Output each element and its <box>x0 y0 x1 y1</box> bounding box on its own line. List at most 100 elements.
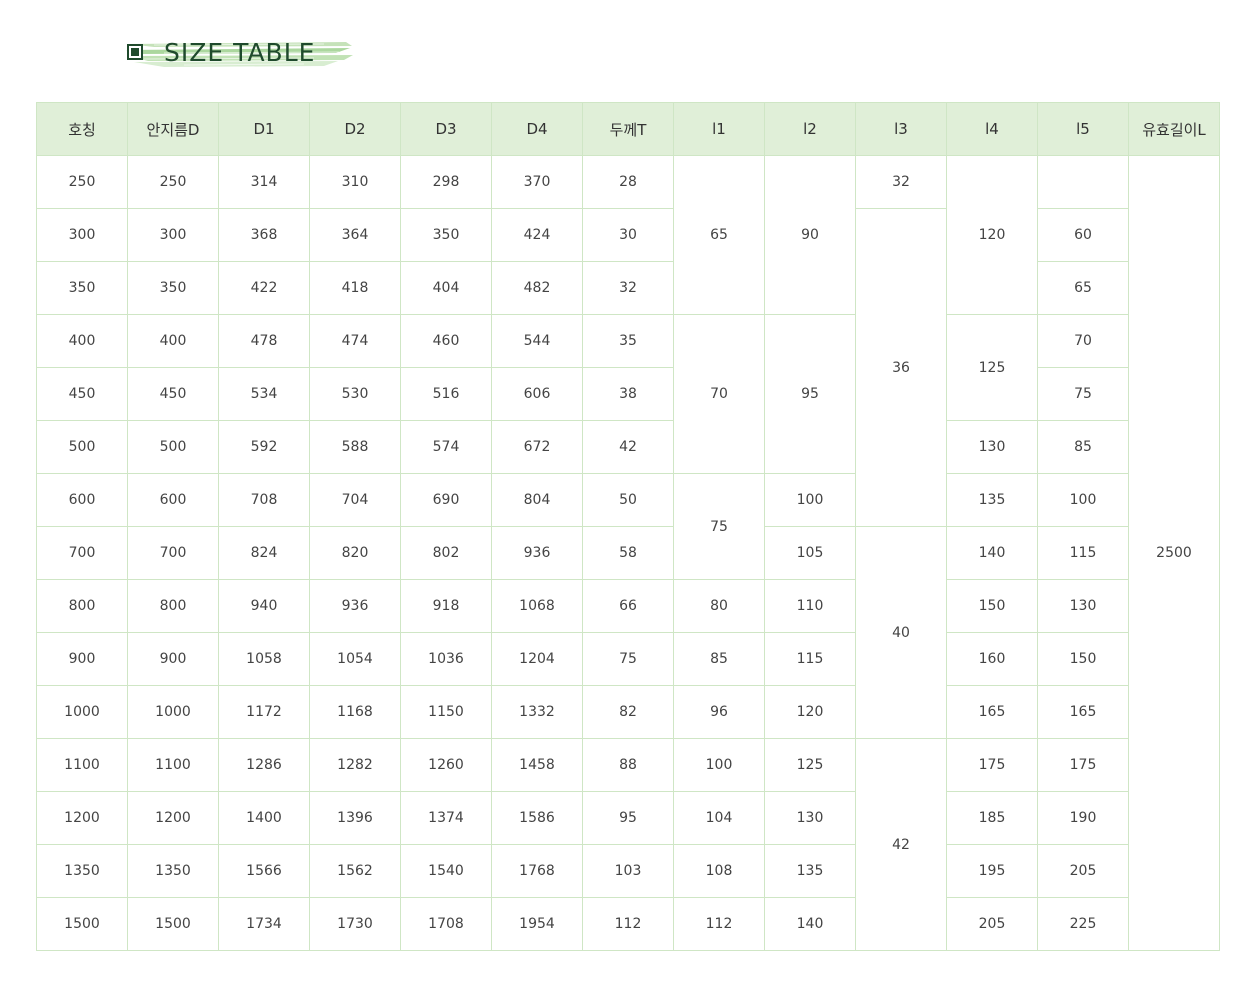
table-cell: 250 <box>36 155 128 209</box>
table-cell: 1562 <box>309 844 401 898</box>
table-cell: 95 <box>582 791 674 845</box>
table-cell-l5: 225 <box>1037 897 1129 951</box>
table-row: 1200 1200 1400 1396 1374 1586 95 104 130 185 190 <box>36 791 1220 845</box>
table-cell: 1400 <box>218 791 310 845</box>
table-cell-l1: 104 <box>673 791 765 845</box>
table-cell: 936 <box>491 526 583 580</box>
table-row: 450 450 534 530 516 606 38 75 <box>36 367 1220 421</box>
table-cell: 690 <box>400 473 492 527</box>
table-cell: 1150 <box>400 685 492 739</box>
table-cell: 314 <box>218 155 310 209</box>
table-cell: 534 <box>218 367 310 421</box>
header-cell: l1 <box>673 102 765 156</box>
table-cell-l5 <box>1037 155 1129 209</box>
header-cell: l2 <box>764 102 856 156</box>
table-row: 400 400 478 474 460 544 35 70 95 125 70 <box>36 314 1220 474</box>
table-cell: 370 <box>491 155 583 209</box>
table-cell-l1: 108 <box>673 844 765 898</box>
table-cell: 88 <box>582 738 674 792</box>
table-cell: 30 <box>582 208 674 262</box>
table-cell: 82 <box>582 685 674 739</box>
table-cell: 298 <box>400 155 492 209</box>
table-cell-l5: 115 <box>1037 526 1129 580</box>
table-cell-l4: 160 <box>946 632 1038 686</box>
table-cell: 1000 <box>36 685 128 739</box>
table-cell: 1458 <box>491 738 583 792</box>
table-cell: 918 <box>400 579 492 633</box>
table-cell-l2: 105 <box>764 526 856 580</box>
table-cell: 1374 <box>400 791 492 845</box>
table-cell: 800 <box>127 579 219 633</box>
table-cell: 103 <box>582 844 674 898</box>
table-cell: 1286 <box>218 738 310 792</box>
table-cell-l2: 115 <box>764 632 856 686</box>
header-cell: l5 <box>1037 102 1129 156</box>
table-cell: 1168 <box>309 685 401 739</box>
table-cell: 940 <box>218 579 310 633</box>
table-cell: 474 <box>309 314 401 368</box>
header-cell: D4 <box>491 102 583 156</box>
table-row: 1500 1500 1734 1730 1708 1954 112 112 140 205 225 <box>36 897 1220 951</box>
table-cell: 28 <box>582 155 674 209</box>
table-cell-l3: 40 <box>855 526 947 739</box>
table-cell: 450 <box>36 367 128 421</box>
table-cell-l2: 110 <box>764 579 856 633</box>
table-cell: 800 <box>36 579 128 633</box>
table-cell-l2: 135 <box>764 844 856 898</box>
section-title: SIZE TABLE <box>124 36 354 72</box>
table-cell-l3: 32 <box>855 155 947 209</box>
table-cell: 400 <box>36 314 128 368</box>
table-cell: 424 <box>491 208 583 262</box>
table-cell: 300 <box>36 208 128 262</box>
table-cell: 368 <box>218 208 310 262</box>
table-row: 1000 1000 1172 1168 1150 1332 82 96 120 165 165 <box>36 685 1220 739</box>
table-cell: 38 <box>582 367 674 421</box>
table-cell: 708 <box>218 473 310 527</box>
page-title: SIZE TABLE <box>164 38 316 67</box>
table-cell-l4: 130 <box>946 420 1038 474</box>
table-cell-l3: 42 <box>855 738 947 951</box>
table-cell-l2: 120 <box>764 685 856 739</box>
table-cell: 400 <box>127 314 219 368</box>
table-cell: 600 <box>36 473 128 527</box>
table-cell: 1768 <box>491 844 583 898</box>
table-cell: 1500 <box>36 897 128 951</box>
table-cell: 32 <box>582 261 674 315</box>
table-cell-l1: 65 <box>673 155 765 315</box>
header-cell: 유효길이L <box>1128 102 1220 156</box>
table-cell-l4: 175 <box>946 738 1038 792</box>
header-cell: 두께T <box>582 102 674 156</box>
table-cell: 1500 <box>127 897 219 951</box>
table-cell: 422 <box>218 261 310 315</box>
header-cell: D1 <box>218 102 310 156</box>
table-row: 1100 1100 1286 1282 1260 1458 88 100 125 42 175 175 <box>36 738 1220 951</box>
table-cell: 574 <box>400 420 492 474</box>
table-row: 800 800 940 936 918 1068 66 80 110 150 130 <box>36 579 1220 633</box>
table-cell: 588 <box>309 420 401 474</box>
table-cell: 1200 <box>36 791 128 845</box>
table-cell-l2: 90 <box>764 155 856 315</box>
header-cell: D2 <box>309 102 401 156</box>
table-row: 1350 1350 1566 1562 1540 1768 103 108 135 195 205 <box>36 844 1220 898</box>
table-cell: 50 <box>582 473 674 527</box>
table-cell: 1204 <box>491 632 583 686</box>
table-cell-l5: 70 <box>1037 314 1129 368</box>
table-cell-l4: 120 <box>946 155 1038 315</box>
header-cell: D3 <box>400 102 492 156</box>
header-cell: 안지름D <box>127 102 219 156</box>
table-cell-l1: 96 <box>673 685 765 739</box>
table-cell: 1000 <box>127 685 219 739</box>
table-cell-l1: 70 <box>673 314 765 474</box>
table-cell-l: 2500 <box>1128 155 1220 951</box>
table-cell-l4: 205 <box>946 897 1038 951</box>
table-cell: 1586 <box>491 791 583 845</box>
table-row: 500 500 592 588 574 672 42 130 85 <box>36 420 1220 474</box>
table-cell: 1350 <box>36 844 128 898</box>
table-cell: 1332 <box>491 685 583 739</box>
table-header-row: 호칭 안지름D D1 D2 D3 D4 두께T l1 l2 l3 l4 l5 유… <box>36 102 1220 156</box>
table-cell-l5: 100 <box>1037 473 1129 527</box>
table-cell: 600 <box>127 473 219 527</box>
table-row: 350 350 422 418 404 482 32 65 <box>36 261 1220 315</box>
table-cell: 478 <box>218 314 310 368</box>
table-row: 700 700 824 820 802 936 58 105 40 140 115 <box>36 526 1220 739</box>
